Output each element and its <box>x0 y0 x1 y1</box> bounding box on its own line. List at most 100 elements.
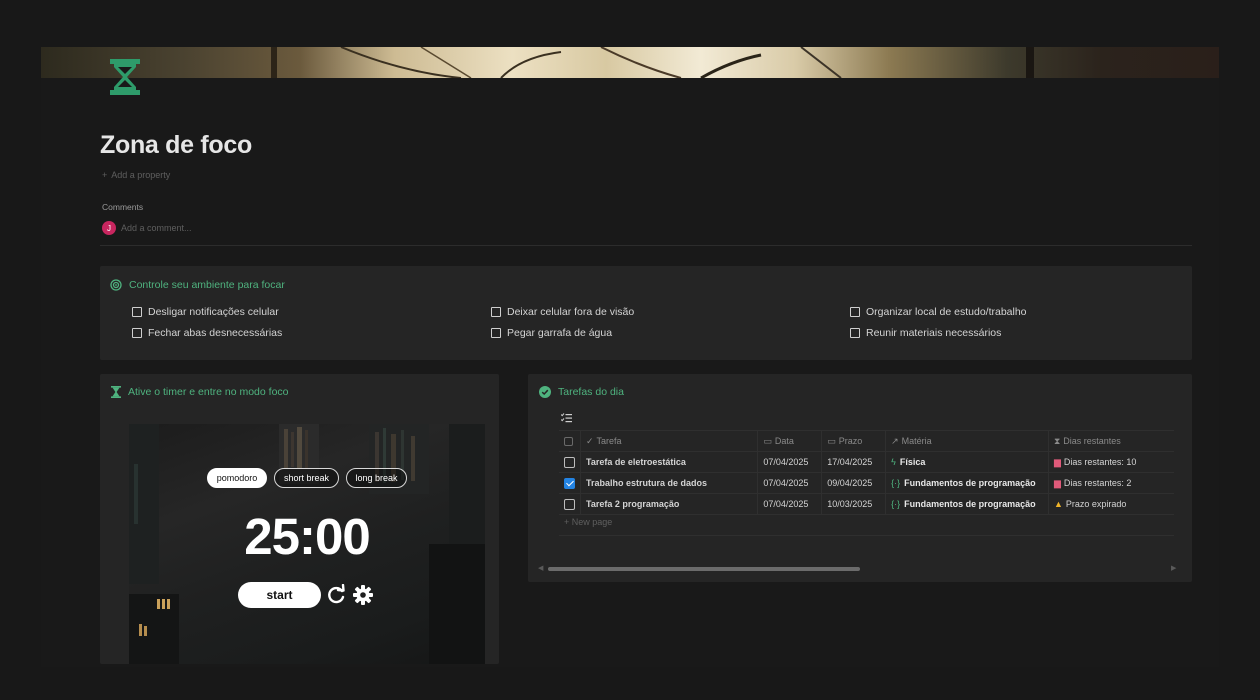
checklist-item[interactable]: Deixar celular fora de visão <box>491 306 634 318</box>
short-break-mode-button[interactable]: short break <box>274 468 339 488</box>
gear-icon[interactable] <box>352 584 374 606</box>
checklist-item[interactable]: Organizar local de estudo/trabalho <box>850 306 1027 318</box>
comments-label: Comments <box>102 202 144 212</box>
task-materia[interactable]: ϟ Física <box>885 451 1049 473</box>
lightning-icon: ϟ <box>891 457 896 467</box>
hourglass-icon: ⧗ <box>1053 435 1061 446</box>
checkbox[interactable] <box>491 328 501 338</box>
materia-label: Fundamentos de programação <box>904 478 1036 488</box>
header-tarefa[interactable]: ✓ Tarefa <box>580 430 759 452</box>
checkbox[interactable] <box>850 328 860 338</box>
check-icon: ✓ <box>586 435 594 446</box>
checklist-item-label: Fechar abas desnecessárias <box>148 327 283 339</box>
task-name[interactable]: Tarefa de eletroestática <box>580 451 759 473</box>
task-checkbox[interactable] <box>564 498 575 510</box>
checkbox[interactable] <box>850 307 860 317</box>
braces-icon: {·} <box>891 499 901 509</box>
comment-input[interactable]: Add a comment... <box>121 223 192 233</box>
column-label: Dias restantes <box>1063 435 1121 446</box>
hourglass-icon <box>111 386 121 398</box>
task-materia[interactable]: {·} Fundamentos de programação <box>885 493 1049 515</box>
task-name[interactable]: Tarefa 2 programação <box>580 493 759 515</box>
task-checkbox-checked[interactable] <box>564 477 575 489</box>
avatar: J <box>102 221 116 235</box>
list-view-icon[interactable] <box>560 410 572 428</box>
calendar-icon: ▆ <box>1053 477 1061 488</box>
long-break-mode-button[interactable]: long break <box>346 468 407 488</box>
checklist-item[interactable]: Pegar garrafa de água <box>491 327 612 339</box>
materia-label: Física <box>899 457 926 467</box>
task-data[interactable]: 07/04/2025 <box>757 493 823 515</box>
task-dias[interactable]: ▆ Dias restantes: 10 <box>1048 451 1174 473</box>
environment-heading-text: Controle seu ambiente para focar <box>129 279 285 291</box>
task-data[interactable]: 07/04/2025 <box>757 472 823 494</box>
checklist-item-label: Desligar notificações celular <box>148 306 279 318</box>
tasks-callout: Tarefas do dia ✓ Tarefa ▭ Data ▭ Prazo ↗ Mat… <box>528 374 1192 582</box>
column-label: Prazo <box>838 435 863 446</box>
header-data[interactable]: ▭ Data <box>757 430 823 452</box>
checklist-item-label: Pegar garrafa de água <box>507 327 613 339</box>
checkbox[interactable] <box>132 328 142 338</box>
plus-icon: + <box>564 517 572 527</box>
pomodoro-widget: pomodoro short break long break 25:00 st… <box>129 424 485 664</box>
checkbox[interactable] <box>132 307 142 317</box>
task-dias[interactable]: ▲ Prazo expirado <box>1048 493 1174 515</box>
calendar-icon: ▆ <box>1053 456 1061 467</box>
row-checkbox-cell[interactable] <box>559 493 581 515</box>
header-dias-restantes[interactable]: ⧗ Dias restantes <box>1048 430 1174 452</box>
page-title[interactable]: Zona de foco <box>100 131 252 160</box>
relation-arrow-icon: ↗ <box>891 435 899 446</box>
dias-label: Prazo expirado <box>1065 499 1127 509</box>
scroll-right-icon[interactable]: ▶ <box>1171 564 1176 572</box>
table-row[interactable]: Trabalho estrutura de dados 07/04/2025 0… <box>559 472 1174 494</box>
row-checkbox-cell[interactable] <box>559 451 581 473</box>
column-label: Matéria <box>901 435 932 446</box>
table-row[interactable]: Tarefa de eletroestática 07/04/2025 17/0… <box>559 451 1174 473</box>
environment-heading: Controle seu ambiente para focar <box>110 279 285 291</box>
hourglass-icon[interactable] <box>108 58 142 96</box>
tasks-table: ✓ Tarefa ▭ Data ▭ Prazo ↗ Matéria ⧗ Dias rest… <box>559 430 1174 515</box>
task-prazo[interactable]: 17/04/2025 <box>821 451 887 473</box>
table-header-row: ✓ Tarefa ▭ Data ▭ Prazo ↗ Matéria ⧗ Dias rest… <box>559 430 1174 452</box>
environment-callout: Controle seu ambiente para focar Desliga… <box>100 266 1192 360</box>
header-materia[interactable]: ↗ Matéria <box>885 430 1049 452</box>
plus-icon: + <box>102 170 108 180</box>
table-row[interactable]: Tarefa 2 programação 07/04/2025 10/03/20… <box>559 493 1174 515</box>
dias-label: Dias restantes: 10 <box>1063 456 1137 467</box>
task-prazo[interactable]: 09/04/2025 <box>821 472 887 494</box>
checklist-item-label: Reunir materiais necessários <box>866 327 1002 339</box>
timer-heading: Ative o timer e entre no modo foco <box>111 386 289 398</box>
checklist-item-label: Deixar celular fora de visão <box>507 306 635 318</box>
checklist-item[interactable]: Fechar abas desnecessárias <box>132 327 282 339</box>
add-property-button[interactable]: + Add a property <box>102 170 170 180</box>
task-prazo[interactable]: 10/03/2025 <box>821 493 887 515</box>
header-prazo[interactable]: ▭ Prazo <box>821 430 887 452</box>
timer-heading-text: Ative o timer e entre no modo foco <box>128 386 289 398</box>
dias-label: Dias restantes: 2 <box>1063 477 1132 488</box>
row-checkbox-cell[interactable] <box>559 472 581 494</box>
start-button[interactable]: start <box>238 582 321 608</box>
checklist-item[interactable]: Desligar notificações celular <box>132 306 279 318</box>
new-page-button[interactable]: + New page <box>564 517 612 527</box>
task-name[interactable]: Trabalho estrutura de dados <box>580 472 759 494</box>
calendar-icon: ▭ <box>827 435 836 446</box>
task-checkbox[interactable] <box>564 456 575 468</box>
tasks-heading: Tarefas do dia <box>539 386 624 398</box>
cover-image[interactable] <box>41 47 1219 78</box>
notion-page: Zona de foco + Add a property Comments J… <box>41 47 1219 667</box>
materia-label: Fundamentos de programação <box>904 499 1036 509</box>
task-materia[interactable]: {·} Fundamentos de programação <box>885 472 1049 494</box>
checkbox[interactable] <box>491 307 501 317</box>
divider <box>100 245 1192 246</box>
comment-input-row[interactable]: J Add a comment... <box>102 221 192 235</box>
pomodoro-mode-button[interactable]: pomodoro <box>207 468 267 488</box>
header-checkbox-column[interactable] <box>559 430 581 452</box>
checkbox-column-icon <box>564 437 573 447</box>
task-dias[interactable]: ▆ Dias restantes: 2 <box>1048 472 1174 494</box>
scroll-left-icon[interactable]: ◀ <box>538 564 543 572</box>
task-data[interactable]: 07/04/2025 <box>757 451 823 473</box>
reset-icon[interactable] <box>325 584 347 606</box>
calendar-icon: ▭ <box>763 435 772 446</box>
horizontal-scrollbar[interactable] <box>548 567 860 571</box>
checklist-item[interactable]: Reunir materiais necessários <box>850 327 1001 339</box>
